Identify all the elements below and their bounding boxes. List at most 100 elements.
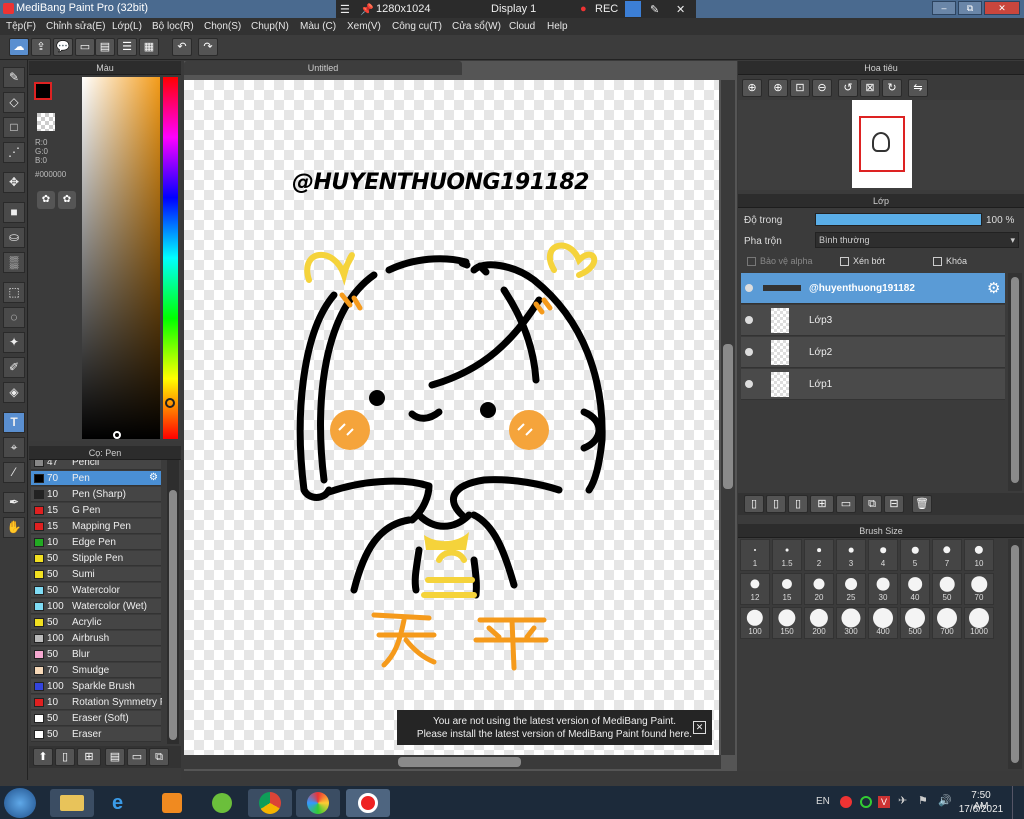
foreground-color-swatch[interactable] xyxy=(34,82,52,100)
menu-file[interactable]: Tệp(F) xyxy=(6,21,36,32)
menu-view[interactable]: Xem(V) xyxy=(347,21,381,32)
brush-size-button[interactable]: 1 xyxy=(740,539,770,571)
brush-list-item[interactable]: 10 Rotation Symmetry P xyxy=(31,695,162,710)
hand-tool-icon[interactable]: ✋ xyxy=(3,517,25,538)
brush-size-button[interactable]: 500 xyxy=(900,607,930,639)
picker-cursor[interactable] xyxy=(113,431,121,439)
rect-tool-icon[interactable]: □ xyxy=(3,117,25,138)
eyedropper-tool-icon[interactable]: ⁄ xyxy=(3,462,25,483)
rotate-left-icon[interactable]: ↺ xyxy=(838,79,858,97)
layer-row[interactable]: Lớp3 xyxy=(741,305,1005,336)
menu-icon[interactable]: ☰ xyxy=(340,3,350,16)
redo-icon[interactable]: ↷ xyxy=(198,38,218,56)
menu-capture[interactable]: Chụp(N) xyxy=(251,21,289,32)
layers-scrollbar[interactable] xyxy=(1008,273,1022,491)
cloud-icon[interactable]: ☁ xyxy=(9,38,29,56)
brush-list-item[interactable]: 100 Sparkle Brush xyxy=(31,679,161,694)
comment-icon[interactable]: ▭ xyxy=(75,38,95,56)
drawing-canvas[interactable]: @HUYENTHUONG191182 You are not using the… xyxy=(184,80,719,755)
brush-size-button[interactable]: 50 xyxy=(932,573,962,605)
brush-size-button[interactable]: 15 xyxy=(772,573,802,605)
text-tool-icon[interactable]: T xyxy=(3,412,25,433)
layer-row[interactable]: @huyenthuong191182 ⚙ xyxy=(741,273,1005,304)
blend-mode-select[interactable]: Bình thường ▾ xyxy=(815,232,1019,248)
select-pen-tool-icon[interactable]: ✐ xyxy=(3,357,25,378)
brush-size-button[interactable]: 300 xyxy=(836,607,866,639)
show-desktop-button[interactable] xyxy=(1012,786,1024,819)
select-rect-tool-icon[interactable]: ⬚ xyxy=(3,282,25,303)
ie-taskbar-button[interactable]: e xyxy=(100,789,144,817)
menu-layer[interactable]: Lớp(L) xyxy=(112,21,142,32)
brush-size-button[interactable]: 150 xyxy=(772,607,802,639)
brush-size-button[interactable]: 1.5 xyxy=(772,539,802,571)
update-notice[interactable]: You are not using the latest version of … xyxy=(397,710,712,745)
visibility-icon[interactable] xyxy=(745,348,753,356)
webcam-button[interactable] xyxy=(625,1,641,17)
menu-filter[interactable]: Bộ lọc(R) xyxy=(152,21,194,32)
brush-add-icon[interactable]: ⊞ xyxy=(77,748,101,766)
language-indicator[interactable]: EN xyxy=(816,796,830,807)
flip-icon[interactable]: ⇋ xyxy=(908,79,928,97)
lock-checkbox[interactable] xyxy=(933,257,942,266)
brush-size-scrollbar[interactable] xyxy=(1008,539,1022,769)
document-icon[interactable]: ▤ xyxy=(95,38,115,56)
magic-wand-tool-icon[interactable]: ✦ xyxy=(3,332,25,353)
brush-copy-icon[interactable]: ⧉ xyxy=(149,748,169,766)
media-taskbar-button[interactable] xyxy=(150,789,194,817)
zoom-in-icon[interactable]: ⊕ xyxy=(742,79,762,97)
fill-rect-tool-icon[interactable]: ■ xyxy=(3,202,25,223)
menu-edit[interactable]: Chỉnh sửa(E) xyxy=(46,21,106,32)
brush-list-item[interactable]: 10 Pen (Sharp) xyxy=(31,487,161,502)
merge-layer-icon[interactable]: ⊟ xyxy=(884,495,904,513)
list-icon[interactable]: ☰ xyxy=(117,38,137,56)
canvas-tab[interactable]: Untitled xyxy=(184,61,462,75)
visibility-icon[interactable] xyxy=(745,284,753,292)
canvas-horizontal-scrollbar[interactable] xyxy=(184,755,721,769)
visibility-icon[interactable] xyxy=(745,316,753,324)
bucket-tool-icon[interactable]: ⛀ xyxy=(3,227,25,248)
brush-list-item[interactable]: 50 Stipple Pen xyxy=(31,551,161,566)
grid-icon[interactable]: ▦ xyxy=(139,38,159,56)
brush-size-button[interactable]: 40 xyxy=(900,573,930,605)
rotate-right-icon[interactable]: ↻ xyxy=(882,79,902,97)
pin-icon[interactable]: 📌 xyxy=(360,3,374,16)
gear-icon[interactable]: ⚙ xyxy=(987,279,1000,297)
brush-size-button[interactable]: 70 xyxy=(964,573,994,605)
tray-volume-icon[interactable]: 🔊 xyxy=(938,794,952,807)
reset-view-icon[interactable]: ⊠ xyxy=(860,79,880,97)
medibang-taskbar-button[interactable] xyxy=(296,789,340,817)
lasso-tool-icon[interactable]: ◌ xyxy=(3,307,25,328)
brush-size-button[interactable]: 400 xyxy=(868,607,898,639)
brush-size-button[interactable]: 2 xyxy=(804,539,834,571)
tray-v-icon[interactable]: V xyxy=(878,796,890,808)
brush-size-button[interactable]: 20 xyxy=(804,573,834,605)
clock-date[interactable]: 17/6/2021 xyxy=(958,804,1004,815)
new-layer-icon[interactable]: ▯ xyxy=(744,495,764,513)
minimize-button[interactable]: – xyxy=(932,1,956,15)
menu-color[interactable]: Màu (C) xyxy=(300,21,336,32)
brush-list-item[interactable]: 50 Eraser xyxy=(31,727,161,742)
close-button[interactable]: ✕ xyxy=(984,1,1020,15)
zoom-out-icon[interactable]: ⊖ xyxy=(812,79,832,97)
brush-list-item[interactable]: 50 Blur xyxy=(31,647,161,662)
opacity-slider[interactable] xyxy=(815,213,982,226)
tray-flag-icon[interactable]: ⚑ xyxy=(918,794,928,807)
menu-cloud[interactable]: Cloud xyxy=(509,21,535,32)
brush-settings-icon[interactable]: ▤ xyxy=(105,748,125,766)
brush-download-icon[interactable]: ⬆ xyxy=(33,748,53,766)
brush-size-button[interactable]: 5 xyxy=(900,539,930,571)
brush-size-button[interactable]: 3 xyxy=(836,539,866,571)
brush-size-button[interactable]: 12 xyxy=(740,573,770,605)
transparent-swatch[interactable] xyxy=(37,113,55,131)
brush-list-item[interactable]: 50 Sumi xyxy=(31,567,161,582)
chat-icon[interactable]: 💬 xyxy=(53,38,73,56)
fit-icon[interactable]: ⊡ xyxy=(790,79,810,97)
zoom-plus-icon[interactable]: ⊕ xyxy=(768,79,788,97)
pen-icon[interactable]: ✎ xyxy=(650,3,659,16)
new-halftone-layer-icon[interactable]: ▯ xyxy=(766,495,786,513)
brush-list-item[interactable]: 10 Edge Pen xyxy=(31,535,161,550)
undo-icon[interactable]: ↶ xyxy=(172,38,192,56)
brush-size-button[interactable]: 100 xyxy=(740,607,770,639)
hue-slider[interactable] xyxy=(163,77,178,439)
brush-size-button[interactable]: 4 xyxy=(868,539,898,571)
